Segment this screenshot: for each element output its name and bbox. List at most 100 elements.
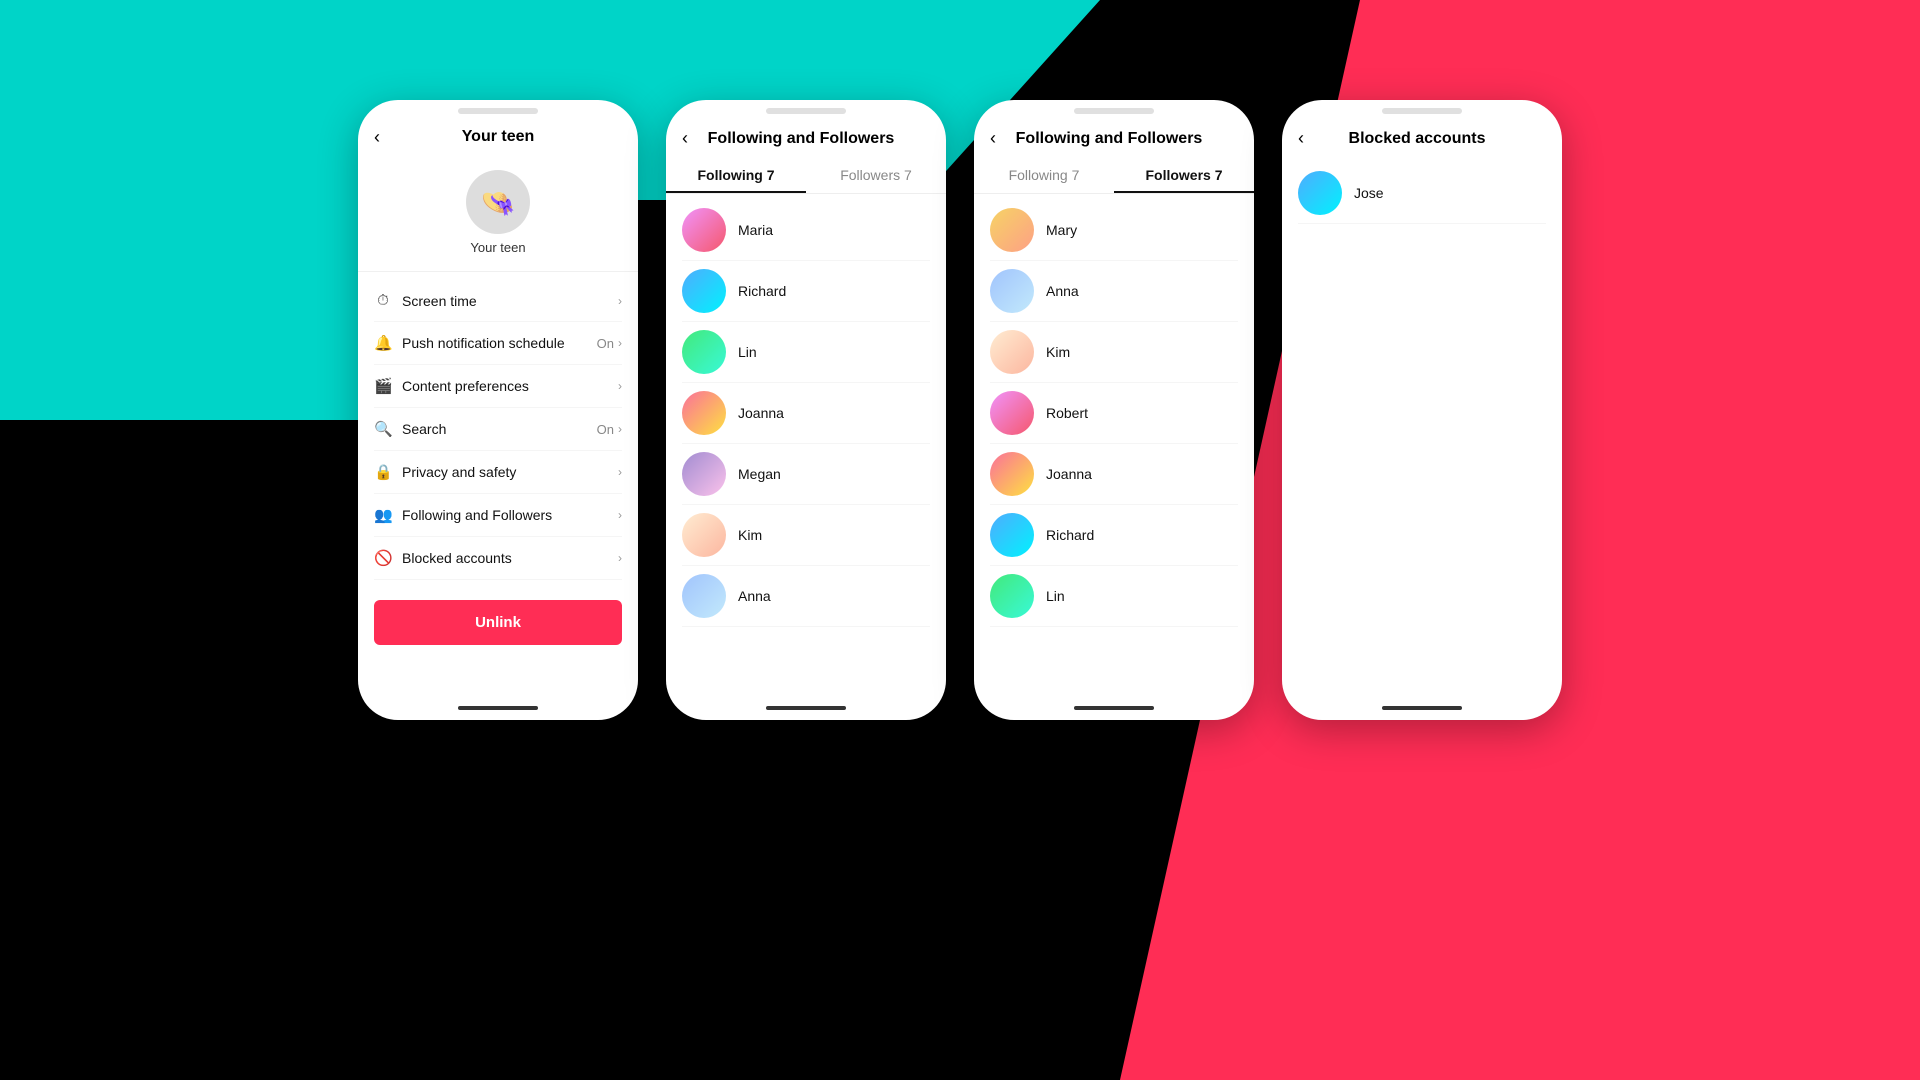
phone1-avatar-label: Your teen bbox=[470, 240, 525, 255]
phone-your-teen: ‹ Your teen 👒 Your teen ⏱ Screen time › … bbox=[358, 100, 638, 720]
user-item[interactable]: Anna bbox=[990, 261, 1238, 322]
menu-item[interactable]: 🔒 Privacy and safety › bbox=[374, 451, 622, 494]
menu-item-right: › bbox=[618, 379, 622, 393]
user-avatar bbox=[682, 452, 726, 496]
tab-item[interactable]: Following 7 bbox=[974, 157, 1114, 193]
menu-item-icon: 🔒 bbox=[374, 463, 392, 481]
menu-item-right: On › bbox=[597, 422, 622, 437]
user-avatar bbox=[990, 269, 1034, 313]
user-item[interactable]: Lin bbox=[990, 566, 1238, 627]
phone3-header: ‹ Following and Followers bbox=[974, 114, 1254, 157]
user-avatar bbox=[990, 513, 1034, 557]
phone3-back-button[interactable]: ‹ bbox=[990, 128, 996, 149]
phone1-menu-list: ⏱ Screen time › 🔔 Push notification sche… bbox=[358, 280, 638, 580]
user-item[interactable]: Megan bbox=[682, 444, 930, 505]
phone1-title: Your teen bbox=[462, 128, 535, 146]
user-name: Richard bbox=[738, 283, 786, 299]
user-item[interactable]: Joanna bbox=[990, 444, 1238, 505]
menu-item-right: › bbox=[618, 465, 622, 479]
user-item[interactable]: Maria bbox=[682, 200, 930, 261]
user-item[interactable]: Anna bbox=[682, 566, 930, 627]
user-item[interactable]: Robert bbox=[990, 383, 1238, 444]
user-item[interactable]: Lin bbox=[682, 322, 930, 383]
menu-item[interactable]: 🔔 Push notification schedule On › bbox=[374, 322, 622, 365]
tab-item[interactable]: Following 7 bbox=[666, 157, 806, 193]
phone2-bottom-bar bbox=[666, 696, 946, 720]
phone1-bottom-bar bbox=[358, 696, 638, 720]
menu-item[interactable]: 🚫 Blocked accounts › bbox=[374, 537, 622, 580]
phone3-bottom-bar bbox=[974, 696, 1254, 720]
user-name: Joanna bbox=[738, 405, 784, 421]
menu-item[interactable]: 🎬 Content preferences › bbox=[374, 365, 622, 408]
user-name: Robert bbox=[1046, 405, 1088, 421]
user-item[interactable]: Richard bbox=[990, 505, 1238, 566]
user-item[interactable]: Kim bbox=[990, 322, 1238, 383]
user-name: Anna bbox=[1046, 283, 1079, 299]
phone-following: ‹ Following and Followers Following 7Fol… bbox=[666, 100, 946, 720]
tab-item[interactable]: Followers 7 bbox=[1114, 157, 1254, 193]
user-item[interactable]: Kim bbox=[682, 505, 930, 566]
phone1-avatar-section: 👒 Your teen bbox=[358, 154, 638, 263]
menu-item-label: Blocked accounts bbox=[402, 550, 512, 566]
user-avatar bbox=[682, 269, 726, 313]
menu-item[interactable]: ⏱ Screen time › bbox=[374, 280, 622, 322]
phone2-back-button[interactable]: ‹ bbox=[682, 128, 688, 149]
phone2-content: ‹ Following and Followers Following 7Fol… bbox=[666, 114, 946, 696]
phone1-back-button[interactable]: ‹ bbox=[374, 127, 380, 148]
user-avatar bbox=[682, 330, 726, 374]
menu-item-icon: 🔍 bbox=[374, 420, 392, 438]
phone4-back-button[interactable]: ‹ bbox=[1298, 128, 1304, 149]
user-avatar bbox=[682, 574, 726, 618]
user-avatar bbox=[682, 513, 726, 557]
chevron-icon: › bbox=[618, 336, 622, 350]
user-avatar bbox=[682, 208, 726, 252]
phone4-header: ‹ Blocked accounts bbox=[1282, 114, 1562, 157]
user-name: Joanna bbox=[1046, 466, 1092, 482]
user-name: Kim bbox=[1046, 344, 1070, 360]
phone4-title: Blocked accounts bbox=[1312, 130, 1522, 148]
menu-item-icon: 🎬 bbox=[374, 377, 392, 395]
phone1-content: ‹ Your teen 👒 Your teen ⏱ Screen time › … bbox=[358, 114, 638, 696]
phone2-title: Following and Followers bbox=[696, 130, 906, 148]
chevron-icon: › bbox=[618, 465, 622, 479]
menu-item-left: 🎬 Content preferences bbox=[374, 377, 529, 395]
phone1-home-bar bbox=[458, 706, 538, 710]
user-avatar bbox=[990, 574, 1034, 618]
phone4-bottom-bar bbox=[1282, 696, 1562, 720]
menu-item-left: 🔍 Search bbox=[374, 420, 446, 438]
user-name: Anna bbox=[738, 588, 771, 604]
menu-item-icon: ⏱ bbox=[374, 292, 392, 309]
user-name: Kim bbox=[738, 527, 762, 543]
menu-item-label: Push notification schedule bbox=[402, 335, 565, 351]
menu-item-right: › bbox=[618, 551, 622, 565]
menu-item[interactable]: 🔍 Search On › bbox=[374, 408, 622, 451]
user-avatar bbox=[990, 208, 1034, 252]
user-name: Maria bbox=[738, 222, 773, 238]
phone2-tabs: Following 7Followers 7 bbox=[666, 157, 946, 194]
phone2-header: ‹ Following and Followers bbox=[666, 114, 946, 157]
unlink-button[interactable]: Unlink bbox=[374, 600, 622, 645]
menu-item-status: On bbox=[597, 422, 614, 437]
menu-item-icon: 🔔 bbox=[374, 334, 392, 352]
phone1-header: ‹ Your teen bbox=[358, 114, 638, 154]
phone2-user-list: Maria Richard Lin Joanna Megan Kim Anna bbox=[666, 194, 946, 633]
user-avatar bbox=[682, 391, 726, 435]
user-name: Lin bbox=[738, 344, 757, 360]
user-item[interactable]: Joanna bbox=[682, 383, 930, 444]
menu-item[interactable]: 👥 Following and Followers › bbox=[374, 494, 622, 537]
menu-item-label: Screen time bbox=[402, 293, 477, 309]
user-avatar bbox=[990, 391, 1034, 435]
user-item[interactable]: Jose bbox=[1298, 163, 1546, 224]
phone4-user-list: Jose bbox=[1282, 157, 1562, 230]
user-item[interactable]: Richard bbox=[682, 261, 930, 322]
phone-blocked: ‹ Blocked accounts Jose bbox=[1282, 100, 1562, 720]
user-name: Jose bbox=[1354, 185, 1384, 201]
phone-followers: ‹ Following and Followers Following 7Fol… bbox=[974, 100, 1254, 720]
tab-item[interactable]: Followers 7 bbox=[806, 157, 946, 193]
chevron-icon: › bbox=[618, 508, 622, 522]
user-item[interactable]: Mary bbox=[990, 200, 1238, 261]
menu-item-label: Search bbox=[402, 421, 446, 437]
menu-item-left: 🔒 Privacy and safety bbox=[374, 463, 516, 481]
menu-item-label: Content preferences bbox=[402, 378, 529, 394]
menu-item-left: 🔔 Push notification schedule bbox=[374, 334, 565, 352]
